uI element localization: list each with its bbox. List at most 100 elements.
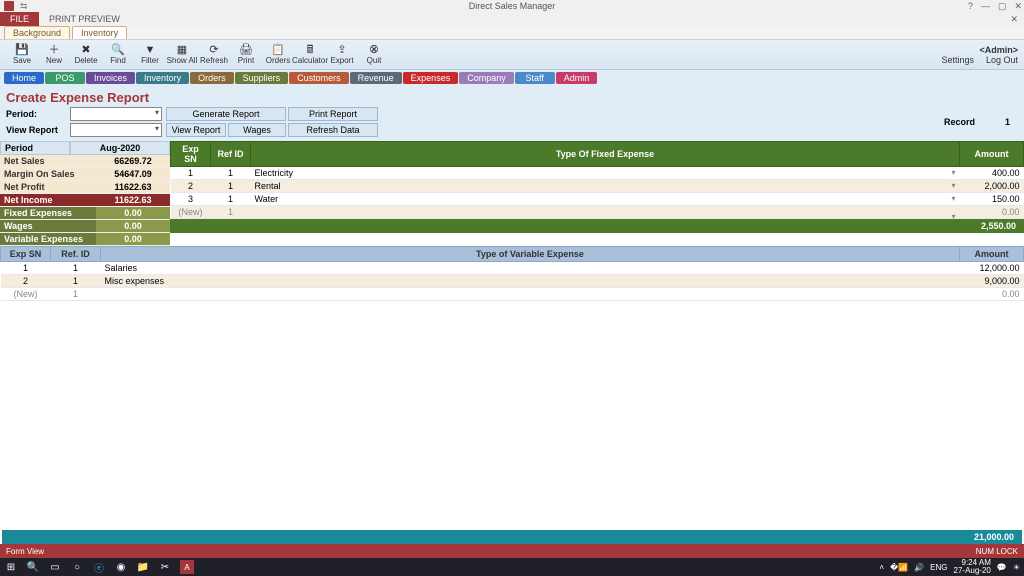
- print-button[interactable]: 🖨Print: [230, 41, 262, 69]
- cortana-icon[interactable]: ○: [70, 560, 84, 574]
- explorer-icon[interactable]: 📁: [136, 560, 150, 574]
- help-icon[interactable]: ?: [968, 1, 973, 12]
- admin-label: <Admin>: [979, 45, 1018, 55]
- tray-wifi-icon[interactable]: �📶: [890, 563, 908, 572]
- tray-notification-icon[interactable]: 💬: [997, 563, 1007, 572]
- nav-inventory[interactable]: Inventory: [136, 72, 189, 84]
- col-ref-id: Ref ID: [211, 142, 251, 167]
- tray-volume-icon[interactable]: 🔊: [914, 563, 924, 572]
- nav-revenue[interactable]: Revenue: [350, 72, 402, 84]
- nav-customers[interactable]: Customers: [289, 72, 349, 84]
- export-icon: ⇪: [337, 45, 346, 56]
- record-label: Record: [944, 117, 975, 127]
- refresh-icon: ⟳: [209, 45, 218, 56]
- print-report-button[interactable]: Print Report: [288, 107, 378, 121]
- generate-report-button[interactable]: Generate Report: [166, 107, 286, 121]
- show all-icon: ▦: [177, 45, 187, 56]
- form-view-label: Form View: [6, 547, 44, 556]
- filter-icon: ▼: [145, 45, 156, 56]
- view-report-label: View Report: [6, 125, 68, 135]
- window-title: Direct Sales Manager: [469, 1, 556, 11]
- task-view-icon[interactable]: ▭: [48, 560, 62, 574]
- save-icon: 💾: [15, 45, 29, 56]
- filter-button[interactable]: ▼Filter: [134, 41, 166, 69]
- nav-pos[interactable]: POS: [45, 72, 85, 84]
- tab-inventory[interactable]: Inventory: [72, 26, 127, 39]
- table-row[interactable]: 21Rental2,000.00: [171, 180, 1024, 193]
- fixed-expense-section: Exp SN Ref ID Type Of Fixed Expense Amou…: [170, 141, 1024, 246]
- start-icon[interactable]: ⊞: [4, 560, 18, 574]
- edge-icon[interactable]: ⓔ: [92, 560, 106, 574]
- close-icon[interactable]: ✕: [1014, 1, 1022, 12]
- doc-close-icon[interactable]: ✕: [1010, 14, 1018, 25]
- title-bar: ⇆ Direct Sales Manager ? — ▢ ✕: [0, 0, 1024, 12]
- snip-icon[interactable]: ✂: [158, 560, 172, 574]
- show-all-button[interactable]: ▦Show All: [166, 41, 198, 69]
- file-tab[interactable]: FILE: [0, 12, 39, 26]
- period-label: Period:: [6, 109, 68, 119]
- tray-date: 27-Aug-20: [954, 567, 991, 575]
- search-icon[interactable]: 🔍: [26, 560, 40, 574]
- orders-button[interactable]: 📋Orders: [262, 41, 294, 69]
- nav-home[interactable]: Home: [4, 72, 44, 84]
- export-button[interactable]: ⇪Export: [326, 41, 358, 69]
- chrome-icon[interactable]: ◉: [114, 560, 128, 574]
- summary-row: Fixed Expenses0.00: [0, 207, 170, 220]
- nav-company[interactable]: Company: [459, 72, 514, 84]
- table-row[interactable]: (New)10.00: [1, 288, 1024, 301]
- view-report-button[interactable]: View Report: [166, 123, 226, 137]
- restore-icon[interactable]: ▢: [998, 1, 1007, 12]
- period-header: Period: [0, 141, 70, 155]
- variable-total: 21,000.00: [2, 530, 1022, 544]
- table-row[interactable]: 31Water150.00: [171, 193, 1024, 206]
- nav-bar: HomePOSInvoicesInventoryOrdersSuppliersC…: [0, 70, 1024, 86]
- summary-row: Net Profit11622.63: [0, 181, 170, 194]
- table-row[interactable]: 11Electricity400.00: [171, 167, 1024, 180]
- variable-expense-table: Exp SN Ref. ID Type of Variable Expense …: [0, 246, 1024, 301]
- tray-chevron-icon[interactable]: ˄: [879, 563, 884, 572]
- calculator-button[interactable]: 🖩Calculator: [294, 41, 326, 69]
- refresh-data-button[interactable]: Refresh Data: [288, 123, 378, 137]
- variable-expense-section: Exp SN Ref. ID Type of Variable Expense …: [0, 246, 1024, 301]
- access-icon[interactable]: A: [180, 560, 194, 574]
- ribbon: 💾Save＋New✖Delete🔍Find▼Filter▦Show All⟳Re…: [0, 40, 1024, 70]
- new-icon: ＋: [49, 45, 60, 56]
- new-button[interactable]: ＋New: [38, 41, 70, 69]
- nav-expenses[interactable]: Expenses: [403, 72, 459, 84]
- settings-link[interactable]: Settings: [941, 55, 974, 65]
- delete-button[interactable]: ✖Delete: [70, 41, 102, 69]
- print-icon: 🖨: [239, 45, 253, 56]
- tray-lang[interactable]: ENG: [930, 563, 947, 572]
- refresh-button[interactable]: ⟳Refresh: [198, 41, 230, 69]
- wages-button[interactable]: Wages: [228, 123, 286, 137]
- tray-weather-icon[interactable]: ☀: [1013, 563, 1020, 572]
- summary-row: Net Income11622.63: [0, 194, 170, 207]
- nav-orders[interactable]: Orders: [190, 72, 234, 84]
- fixed-total: 2,550.00: [170, 219, 1024, 233]
- period-combo[interactable]: [70, 107, 162, 121]
- nav-admin[interactable]: Admin: [556, 72, 598, 84]
- table-row[interactable]: (New)10.00: [171, 206, 1024, 219]
- main-content: Period Aug-2020 Net Sales66269.72Margin …: [0, 141, 1024, 246]
- summary-panel: Period Aug-2020 Net Sales66269.72Margin …: [0, 141, 170, 246]
- print-preview-tab[interactable]: PRINT PREVIEW: [39, 14, 130, 24]
- summary-row: Net Sales66269.72: [0, 155, 170, 168]
- table-row[interactable]: 11Salaries12,000.00: [1, 262, 1024, 275]
- col-amount: Amount: [960, 142, 1024, 167]
- find-button[interactable]: 🔍Find: [102, 41, 134, 69]
- find-icon: 🔍: [111, 45, 125, 56]
- menu-row: FILE PRINT PREVIEW: [0, 12, 1024, 26]
- logout-link[interactable]: Log Out: [986, 55, 1018, 65]
- save-button[interactable]: 💾Save: [6, 41, 38, 69]
- quit-icon: ⮿: [370, 45, 379, 56]
- minimize-icon[interactable]: —: [981, 1, 990, 12]
- table-row[interactable]: 21Misc expenses9,000.00: [1, 275, 1024, 288]
- calculator-icon: 🖩: [307, 45, 314, 56]
- tab-background[interactable]: Background: [4, 26, 70, 39]
- view-report-combo[interactable]: [70, 123, 162, 137]
- nav-staff[interactable]: Staff: [515, 72, 555, 84]
- nav-suppliers[interactable]: Suppliers: [235, 72, 289, 84]
- nav-invoices[interactable]: Invoices: [86, 72, 135, 84]
- page-title: Create Expense Report: [0, 86, 1024, 107]
- quit-button[interactable]: ⮿Quit: [358, 41, 390, 69]
